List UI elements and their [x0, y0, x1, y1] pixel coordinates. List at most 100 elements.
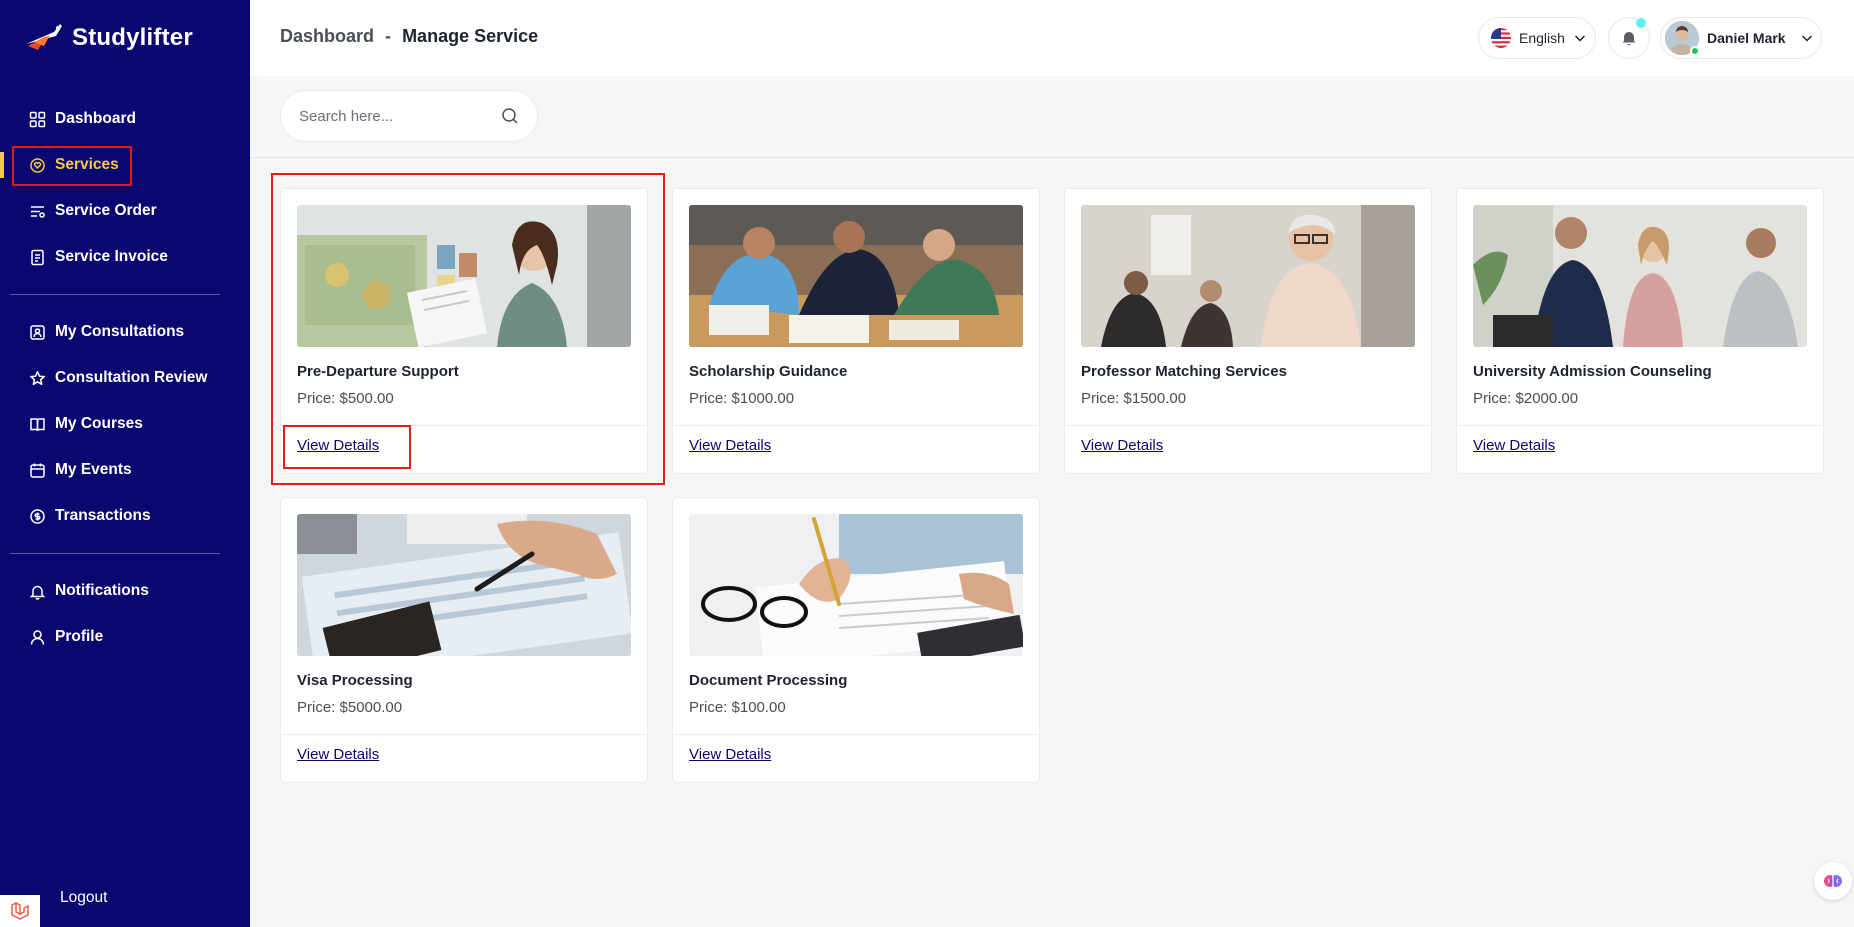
assistant-widget-button[interactable] [1814, 862, 1852, 900]
service-image-document-processing [689, 514, 1023, 656]
view-details-link[interactable]: View Details [297, 437, 379, 454]
logout-button[interactable]: Logout [0, 867, 250, 927]
sidebar-divider [10, 553, 220, 554]
service-card: Pre-Departure Support Price: $500.00 Vie… [280, 188, 648, 474]
card-divider [673, 425, 1039, 426]
card-divider [281, 734, 647, 735]
sidebar-nav: Dashboard Services Service Order Service… [0, 96, 250, 660]
brain-icon [1824, 875, 1842, 887]
service-price: Price: $1000.00 [689, 390, 795, 407]
sidebar-item-label: Dashboard [55, 110, 136, 127]
sidebar-item-profile[interactable]: Profile [0, 614, 250, 660]
service-card: University Admission Counseling Price: $… [1456, 188, 1824, 474]
service-card: Scholarship Guidance Price: $1000.00 Vie… [672, 188, 1040, 474]
top-header: Dashboard - Manage Service English Danie… [250, 0, 1854, 76]
bell-icon [1622, 32, 1636, 46]
sidebar-item-label: Consultation Review [55, 369, 208, 386]
sliders-icon [29, 203, 46, 220]
search-box [280, 90, 538, 142]
card-divider [673, 734, 1039, 735]
service-image-scholarship [689, 205, 1023, 347]
sidebar-item-label: Profile [55, 628, 104, 645]
service-title: Scholarship Guidance [689, 363, 848, 380]
service-title: University Admission Counseling [1473, 363, 1712, 380]
chevron-down-icon [1801, 35, 1812, 42]
sidebar-item-label: Services [55, 156, 119, 173]
consult-icon [29, 324, 46, 341]
sidebar-item-label: Service Order [55, 202, 157, 219]
breadcrumb-root[interactable]: Dashboard [280, 26, 374, 46]
service-price: Price: $5000.00 [297, 699, 403, 716]
laravel-icon[interactable] [0, 895, 40, 927]
sidebar-item-transactions[interactable]: Transactions [0, 493, 250, 539]
us-flag-icon [1491, 28, 1511, 48]
sidebar-item-service-order[interactable]: Service Order [0, 188, 250, 234]
calendar-icon [29, 462, 46, 479]
service-image-professor-matching [1081, 205, 1415, 347]
sidebar-item-my-consultations[interactable]: My Consultations [0, 309, 250, 355]
user-name: Daniel Mark [1707, 30, 1786, 46]
user-icon [29, 629, 46, 646]
service-title: Document Processing [689, 672, 848, 689]
sidebar-item-notifications[interactable]: Notifications [0, 568, 250, 614]
service-card: Document Processing Price: $100.00 View … [672, 497, 1040, 783]
service-title: Pre-Departure Support [297, 363, 459, 380]
page-title: Manage Service [402, 26, 539, 46]
notification-dot [1636, 18, 1646, 28]
heart-hand-icon [29, 157, 46, 174]
card-divider [1457, 425, 1823, 426]
service-price: Price: $2000.00 [1473, 390, 1579, 407]
sidebar-item-label: My Events [55, 461, 132, 478]
sidebar-divider [10, 294, 220, 295]
sidebar-item-services[interactable]: Services [0, 142, 250, 188]
view-details-link[interactable]: View Details [1473, 437, 1555, 454]
sidebar-item-dashboard[interactable]: Dashboard [0, 96, 250, 142]
service-price: Price: $100.00 [689, 699, 786, 716]
language-label: English [1519, 30, 1565, 46]
sidebar-item-my-events[interactable]: My Events [0, 447, 250, 493]
service-image-university-admission [1473, 205, 1807, 347]
active-indicator [0, 152, 4, 178]
search-icon[interactable] [501, 107, 519, 125]
breadcrumb-separator: - [385, 26, 392, 46]
chevron-down-icon [1574, 35, 1585, 42]
service-title: Visa Processing [297, 672, 413, 689]
language-selector[interactable]: English [1478, 17, 1596, 59]
brand-logo[interactable]: Studylifter [24, 22, 193, 54]
search-bar-row [250, 76, 1854, 158]
service-card: Professor Matching Services Price: $1500… [1064, 188, 1432, 474]
sidebar-item-label: Notifications [55, 582, 149, 599]
card-divider [281, 425, 647, 426]
view-details-link[interactable]: View Details [689, 437, 771, 454]
sidebar: Studylifter Dashboard Services Service O… [0, 0, 250, 927]
user-menu[interactable]: Daniel Mark [1660, 17, 1822, 59]
sidebar-item-label: Service Invoice [55, 248, 168, 265]
sidebar-item-label: My Courses [55, 415, 143, 432]
service-price: Price: $500.00 [297, 390, 394, 407]
card-divider [1065, 425, 1431, 426]
breadcrumb: Dashboard - Manage Service [280, 26, 538, 47]
coin-icon [29, 508, 46, 525]
bell-icon [29, 583, 46, 600]
rocket-logo-icon [26, 24, 62, 50]
sidebar-item-consultation-review[interactable]: Consultation Review [0, 355, 250, 401]
avatar [1665, 21, 1700, 56]
sidebar-item-label: My Consultations [55, 323, 185, 340]
search-input[interactable] [299, 107, 501, 125]
grid-icon [29, 111, 46, 128]
view-details-link[interactable]: View Details [297, 746, 379, 763]
view-details-link[interactable]: View Details [689, 746, 771, 763]
service-title: Professor Matching Services [1081, 363, 1287, 380]
view-details-link[interactable]: View Details [1081, 437, 1163, 454]
sidebar-item-my-courses[interactable]: My Courses [0, 401, 250, 447]
service-price: Price: $1500.00 [1081, 390, 1187, 407]
service-card: Visa Processing Price: $5000.00 View Det… [280, 497, 648, 783]
notifications-button[interactable] [1608, 17, 1650, 59]
online-status-dot [1690, 46, 1700, 56]
service-image-pre-departure [297, 205, 631, 347]
logout-label: Logout [60, 889, 108, 906]
invoice-icon [29, 249, 46, 266]
sidebar-item-service-invoice[interactable]: Service Invoice [0, 234, 250, 280]
book-icon [29, 416, 46, 433]
star-icon [29, 370, 46, 387]
